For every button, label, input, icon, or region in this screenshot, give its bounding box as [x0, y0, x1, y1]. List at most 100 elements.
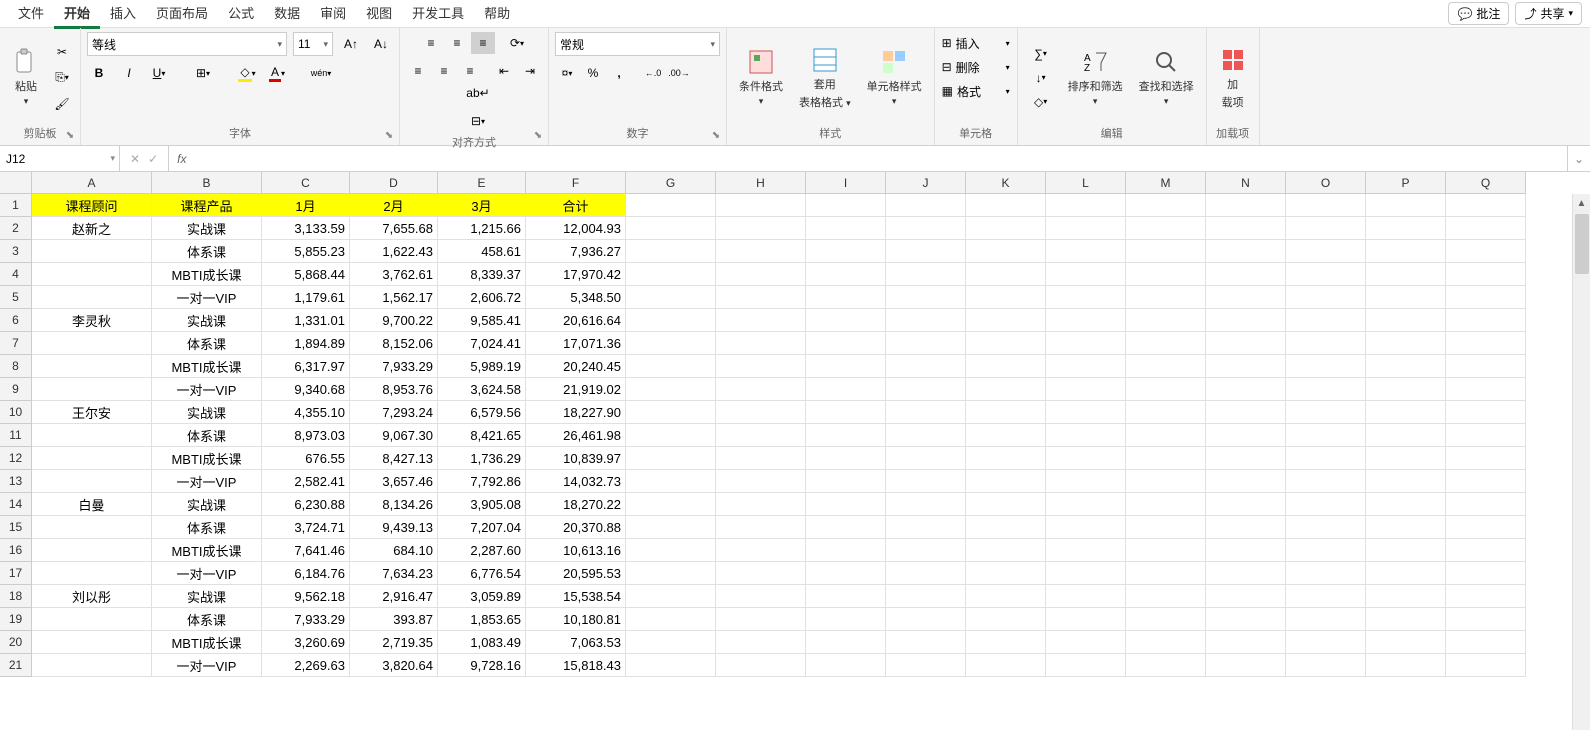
cell-B16[interactable]: MBTI成长课 [152, 539, 262, 562]
cell-G4[interactable] [626, 263, 716, 286]
cell-D8[interactable]: 7,933.29 [350, 355, 438, 378]
cell-N19[interactable] [1206, 608, 1286, 631]
cell-A7[interactable] [32, 332, 152, 355]
cell-K14[interactable] [966, 493, 1046, 516]
cell-H9[interactable] [716, 378, 806, 401]
cell-J21[interactable] [886, 654, 966, 677]
cell-P2[interactable] [1366, 217, 1446, 240]
cell-N12[interactable] [1206, 447, 1286, 470]
row-header-1[interactable]: 1 [0, 194, 32, 217]
cell-E17[interactable]: 6,776.54 [438, 562, 526, 585]
cell-C20[interactable]: 3,260.69 [262, 631, 350, 654]
cell-O18[interactable] [1286, 585, 1366, 608]
cell-N14[interactable] [1206, 493, 1286, 516]
increase-font-button[interactable]: A↑ [339, 33, 363, 55]
cell-A2[interactable]: 赵新之 [32, 217, 152, 240]
menu-item-1[interactable]: 开始 [54, 0, 100, 29]
sort-filter-button[interactable]: AZ 排序和筛选 ▾ [1062, 44, 1129, 111]
cell-I9[interactable] [806, 378, 886, 401]
cell-H3[interactable] [716, 240, 806, 263]
cell-D12[interactable]: 8,427.13 [350, 447, 438, 470]
column-header-H[interactable]: H [716, 172, 806, 194]
cell-D3[interactable]: 1,622.43 [350, 240, 438, 263]
decrease-indent-button[interactable]: ⇤ [492, 60, 516, 82]
cell-D10[interactable]: 7,293.24 [350, 401, 438, 424]
cell-F7[interactable]: 17,071.36 [526, 332, 626, 355]
cell-I12[interactable] [806, 447, 886, 470]
cell-G15[interactable] [626, 516, 716, 539]
column-header-D[interactable]: D [350, 172, 438, 194]
cell-M16[interactable] [1126, 539, 1206, 562]
cell-A21[interactable] [32, 654, 152, 677]
cell-E13[interactable]: 7,792.86 [438, 470, 526, 493]
cell-G14[interactable] [626, 493, 716, 516]
dialog-launcher[interactable]: ⬊ [63, 128, 77, 142]
cell-D7[interactable]: 8,152.06 [350, 332, 438, 355]
cell-J11[interactable] [886, 424, 966, 447]
cell-C14[interactable]: 6,230.88 [262, 493, 350, 516]
cell-L5[interactable] [1046, 286, 1126, 309]
comments-button[interactable]: 💬 批注 [1448, 2, 1509, 25]
cell-A1[interactable]: 课程顾问 [32, 194, 152, 217]
cell-A14[interactable]: 白曼 [32, 493, 152, 516]
align-middle-button[interactable]: ≡ [445, 32, 469, 54]
currency-button[interactable]: ¤▾ [555, 62, 579, 84]
cell-A12[interactable] [32, 447, 152, 470]
orientation-button[interactable]: ⟳▾ [505, 32, 529, 54]
select-all-corner[interactable] [0, 172, 32, 194]
cell-F14[interactable]: 18,270.22 [526, 493, 626, 516]
cell-O17[interactable] [1286, 562, 1366, 585]
cell-A18[interactable]: 刘以彤 [32, 585, 152, 608]
cell-Q18[interactable] [1446, 585, 1526, 608]
cell-P13[interactable] [1366, 470, 1446, 493]
cell-C19[interactable]: 7,933.29 [262, 608, 350, 631]
cell-G13[interactable] [626, 470, 716, 493]
cell-L9[interactable] [1046, 378, 1126, 401]
cell-O4[interactable] [1286, 263, 1366, 286]
delete-cells-button[interactable]: ⊟删除▾ [941, 56, 1011, 78]
cell-B3[interactable]: 体系课 [152, 240, 262, 263]
column-header-I[interactable]: I [806, 172, 886, 194]
cell-F1[interactable]: 合计 [526, 194, 626, 217]
menu-item-2[interactable]: 插入 [100, 0, 146, 29]
cell-G1[interactable] [626, 194, 716, 217]
cell-N6[interactable] [1206, 309, 1286, 332]
cell-C16[interactable]: 7,641.46 [262, 539, 350, 562]
cell-A5[interactable] [32, 286, 152, 309]
cell-A20[interactable] [32, 631, 152, 654]
conditional-format-button[interactable]: 条件格式 ▾ [733, 44, 789, 111]
cell-E15[interactable]: 7,207.04 [438, 516, 526, 539]
cell-B11[interactable]: 体系课 [152, 424, 262, 447]
cell-F5[interactable]: 5,348.50 [526, 286, 626, 309]
cell-Q12[interactable] [1446, 447, 1526, 470]
cell-G12[interactable] [626, 447, 716, 470]
cell-O3[interactable] [1286, 240, 1366, 263]
cell-J14[interactable] [886, 493, 966, 516]
cell-M14[interactable] [1126, 493, 1206, 516]
cell-C12[interactable]: 676.55 [262, 447, 350, 470]
cell-H12[interactable] [716, 447, 806, 470]
formula-input[interactable] [194, 146, 1566, 171]
menu-item-9[interactable]: 帮助 [474, 0, 520, 29]
cell-M19[interactable] [1126, 608, 1206, 631]
cell-C7[interactable]: 1,894.89 [262, 332, 350, 355]
cell-E18[interactable]: 3,059.89 [438, 585, 526, 608]
cell-C3[interactable]: 5,855.23 [262, 240, 350, 263]
row-header-3[interactable]: 3 [0, 240, 32, 263]
cell-O20[interactable] [1286, 631, 1366, 654]
comma-button[interactable]: , [607, 62, 631, 84]
cell-Q6[interactable] [1446, 309, 1526, 332]
cell-B7[interactable]: 体系课 [152, 332, 262, 355]
cell-G11[interactable] [626, 424, 716, 447]
cell-Q1[interactable] [1446, 194, 1526, 217]
cell-E20[interactable]: 1,083.49 [438, 631, 526, 654]
decrease-decimal-button[interactable]: .00→ [667, 62, 691, 84]
cell-P17[interactable] [1366, 562, 1446, 585]
cell-L19[interactable] [1046, 608, 1126, 631]
cell-D15[interactable]: 9,439.13 [350, 516, 438, 539]
cell-M21[interactable] [1126, 654, 1206, 677]
cell-F12[interactable]: 10,839.97 [526, 447, 626, 470]
column-header-E[interactable]: E [438, 172, 526, 194]
cell-L16[interactable] [1046, 539, 1126, 562]
cell-I3[interactable] [806, 240, 886, 263]
